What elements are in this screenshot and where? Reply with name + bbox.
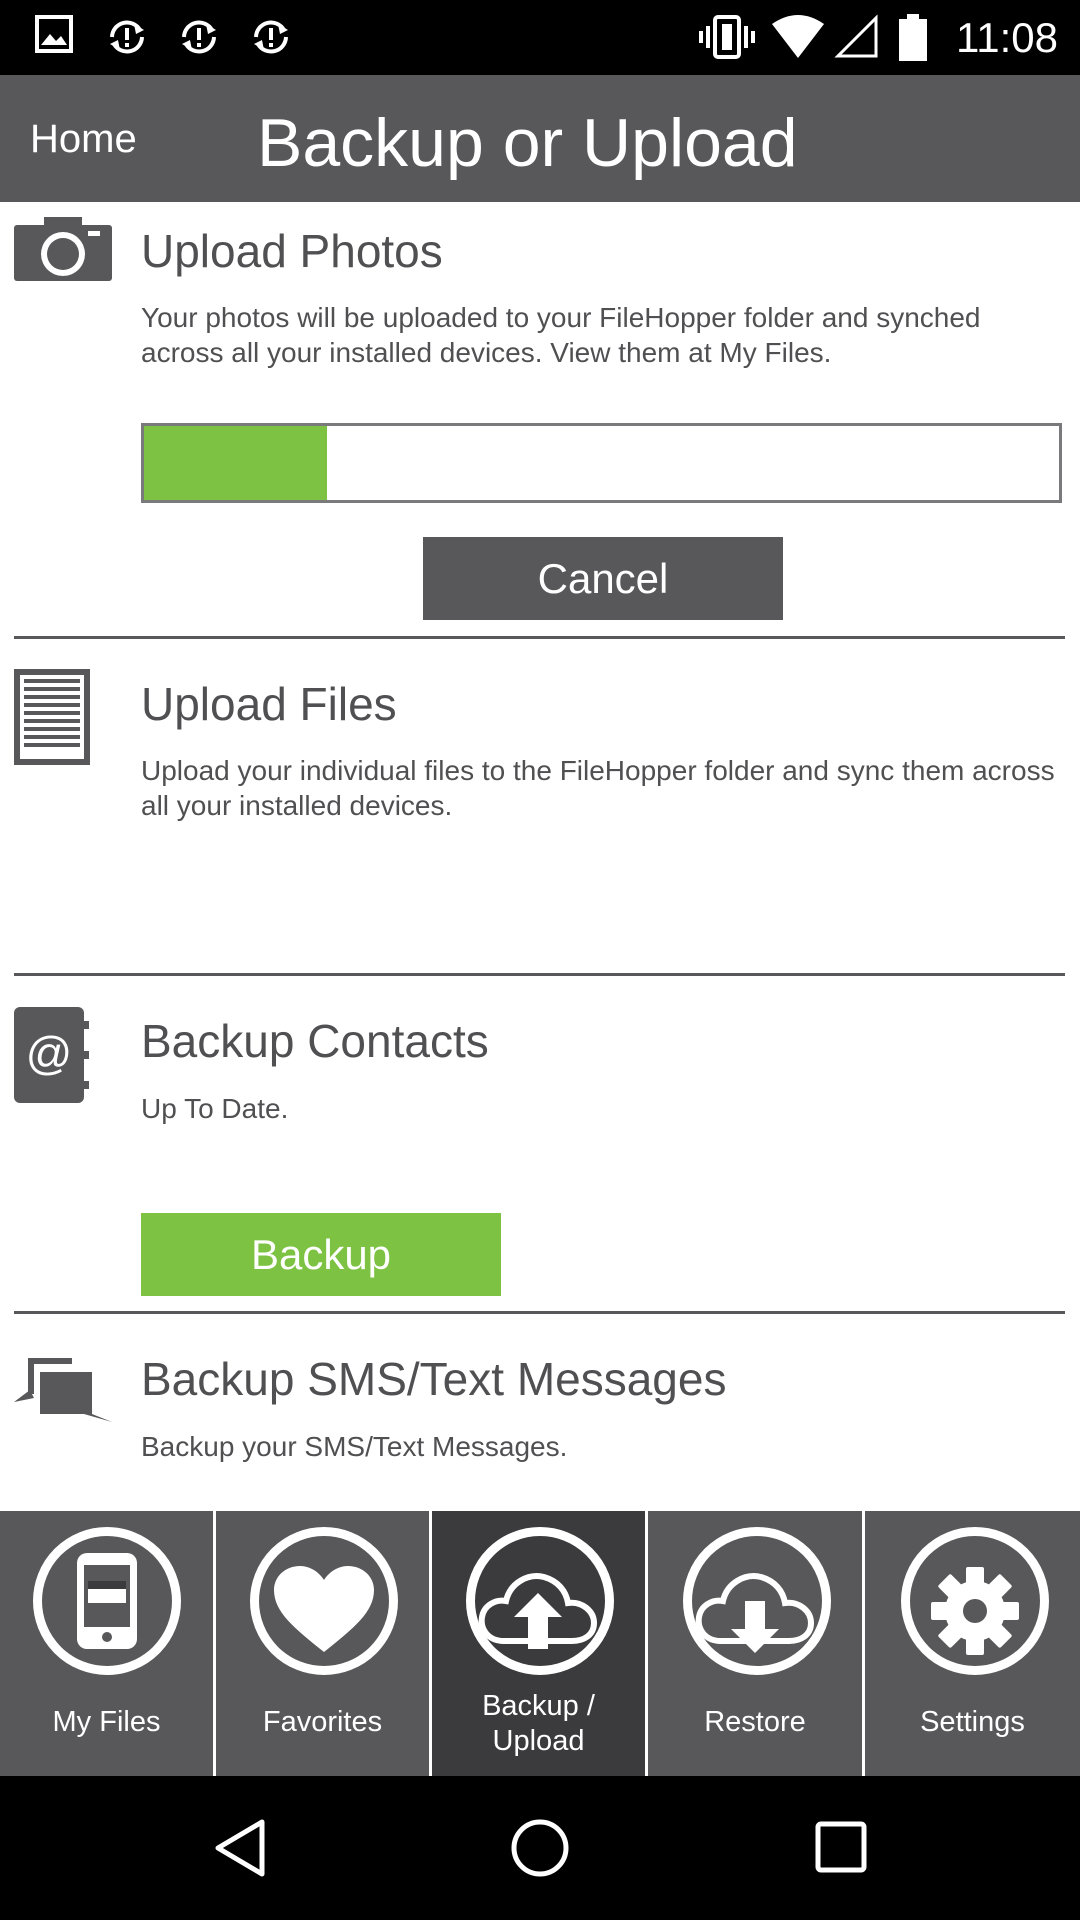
battery-icon bbox=[899, 14, 927, 61]
gear-icon bbox=[931, 1567, 1019, 1655]
nav-label: Restore bbox=[704, 1706, 806, 1738]
backup-sms-description: Backup your SMS/Text Messages. bbox=[141, 1431, 568, 1462]
divider bbox=[14, 1311, 1065, 1314]
nav-label: My Files bbox=[52, 1706, 161, 1738]
clock: 11:08 bbox=[956, 14, 1058, 61]
upload-progress-fill bbox=[144, 426, 327, 500]
phone-icon bbox=[77, 1553, 137, 1649]
backup-contacts-status: Up To Date. bbox=[141, 1093, 289, 1124]
wifi-icon bbox=[772, 15, 824, 58]
backup-sms-title: Backup SMS/Text Messages bbox=[141, 1353, 727, 1405]
signal-icon bbox=[834, 14, 878, 58]
nav-label: Backup / Upload bbox=[482, 1690, 595, 1757]
svg-text:@: @ bbox=[26, 1027, 73, 1079]
sync-icon bbox=[254, 20, 288, 54]
nav-favorites[interactable]: Favorites bbox=[216, 1511, 429, 1776]
bottom-navigation: My Files Favorites Backup / Upload Resto… bbox=[0, 1511, 1080, 1776]
vibrate-icon bbox=[699, 15, 755, 59]
app-header: Home Backup or Upload bbox=[0, 75, 1080, 202]
divider bbox=[14, 636, 1065, 639]
upload-photos-title: Upload Photos bbox=[141, 225, 443, 277]
upload-progress-bar bbox=[141, 423, 1062, 503]
nav-label: Favorites bbox=[262, 1706, 383, 1738]
back-icon[interactable] bbox=[212, 1818, 268, 1878]
backup-contacts-title: Backup Contacts bbox=[141, 1015, 489, 1067]
camera-icon bbox=[14, 217, 112, 281]
recents-icon[interactable] bbox=[814, 1820, 868, 1874]
home-circle-icon[interactable] bbox=[510, 1818, 570, 1878]
page-title: Backup or Upload bbox=[257, 105, 798, 181]
heart-icon bbox=[274, 1566, 374, 1652]
nav-settings[interactable]: Settings bbox=[865, 1511, 1080, 1776]
nav-backup-upload[interactable]: Backup / Upload bbox=[432, 1511, 645, 1776]
divider bbox=[14, 973, 1065, 976]
cloud-download-icon bbox=[695, 1573, 815, 1653]
cancel-button[interactable]: Cancel bbox=[423, 537, 783, 620]
sync-icon bbox=[182, 20, 216, 54]
sync-icon bbox=[110, 20, 144, 54]
upload-files-title: Upload Files bbox=[141, 678, 397, 730]
upload-files-description: Upload your individual files to the File… bbox=[141, 755, 1055, 821]
nav-label: Settings bbox=[920, 1706, 1025, 1738]
nav-my-files[interactable]: My Files bbox=[0, 1511, 213, 1776]
cloud-upload-icon bbox=[478, 1573, 598, 1649]
home-button[interactable]: Home bbox=[30, 115, 137, 163]
status-bar: 11:08 bbox=[0, 0, 1080, 75]
document-icon bbox=[14, 669, 90, 765]
address-book-icon: @ bbox=[14, 1007, 89, 1103]
upload-photos-description: Your photos will be uploaded to your Fil… bbox=[141, 302, 981, 368]
system-navigation-bar bbox=[0, 1776, 1080, 1920]
nav-restore[interactable]: Restore bbox=[648, 1511, 862, 1776]
backup-contacts-button[interactable]: Backup bbox=[141, 1213, 501, 1296]
image-icon bbox=[35, 15, 73, 53]
messages-icon bbox=[14, 1358, 112, 1422]
